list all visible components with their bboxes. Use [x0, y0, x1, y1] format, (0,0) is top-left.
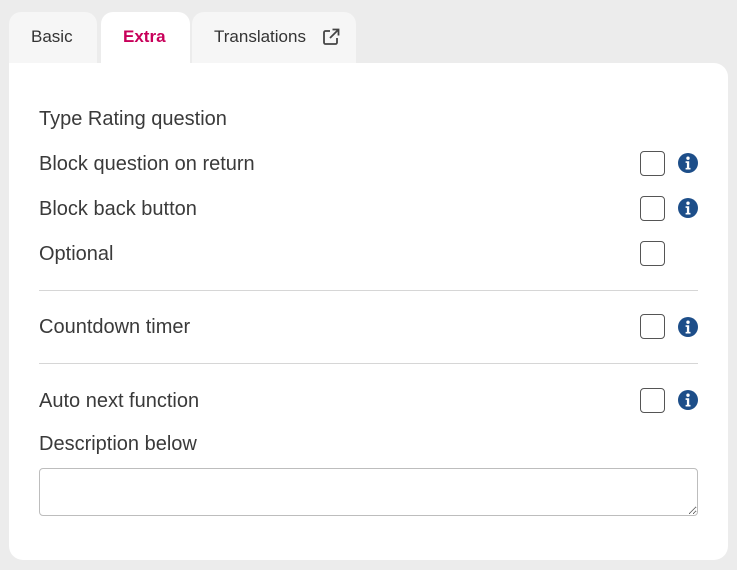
tab-translations-label: Translations	[214, 27, 306, 46]
info-icon[interactable]	[678, 153, 698, 173]
tab-extra-label: Extra	[123, 27, 166, 46]
optional-label: Optional	[39, 243, 114, 265]
tab-basic-label: Basic	[31, 27, 73, 46]
tab-extra[interactable]: Extra	[101, 12, 190, 68]
divider	[39, 363, 698, 364]
description-textarea[interactable]	[39, 468, 698, 516]
info-icon[interactable]	[678, 390, 698, 410]
block-on-return-checkbox[interactable]	[640, 151, 665, 176]
tab-translations[interactable]: Translations	[192, 12, 356, 64]
divider	[39, 290, 698, 291]
auto-next-label: Auto next function	[39, 390, 200, 412]
optional-checkbox[interactable]	[640, 241, 665, 266]
countdown-checkbox[interactable]	[640, 314, 665, 339]
block-on-return-label: Block question on return	[39, 153, 255, 175]
countdown-label: Countdown timer	[39, 316, 191, 338]
block-back-checkbox[interactable]	[640, 196, 665, 221]
tab-basic[interactable]: Basic	[9, 12, 97, 64]
auto-next-checkbox[interactable]	[640, 388, 665, 413]
type-label: Type Rating question	[39, 108, 227, 130]
info-icon[interactable]	[678, 198, 698, 218]
external-link-icon	[323, 28, 340, 45]
description-label: Description below	[39, 433, 197, 455]
info-icon[interactable]	[678, 317, 698, 337]
block-back-label: Block back button	[39, 198, 197, 220]
extra-settings-panel: Type Rating question Block question on r…	[9, 63, 728, 560]
